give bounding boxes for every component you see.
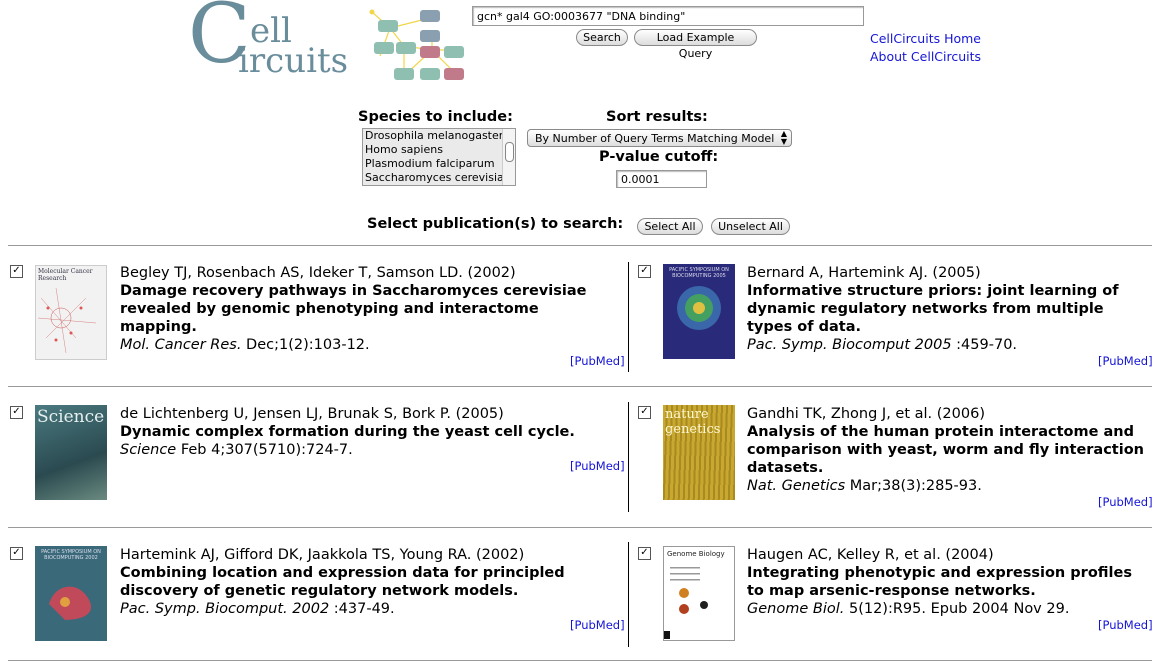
divider	[8, 527, 1152, 528]
publication-checkbox[interactable]: ✓	[10, 265, 23, 278]
about-cellcircuits-link[interactable]: About CellCircuits	[870, 49, 981, 64]
pubmed-link[interactable]: [PubMed]	[1098, 354, 1153, 368]
column-divider	[628, 402, 629, 512]
publication-title: Combining location and expression data f…	[120, 565, 565, 599]
sort-select[interactable]: By Number of Query Terms Matching Model …	[527, 129, 792, 147]
publication-title: Analysis of the human protein interactom…	[747, 424, 1144, 476]
unselect-all-button[interactable]: Unselect All	[711, 218, 790, 235]
column-divider	[628, 262, 629, 372]
publication-title: Damage recovery pathways in Saccharomyce…	[120, 283, 587, 335]
journal-cover-image: Molecular Cancer Research	[35, 265, 107, 360]
publication-title: Integrating phenotypic and expression pr…	[747, 565, 1132, 599]
publication-citation: Science Feb 4;307(5710):724-7.	[120, 441, 610, 459]
divider	[8, 660, 1152, 661]
publication-citation: Genome Biol. 5(12):R95. Epub 2004 Nov 29…	[747, 600, 1152, 618]
publication-citation: Mol. Cancer Res. Dec;1(2):103-12.	[120, 336, 610, 354]
journal-cover-image: Science	[35, 405, 107, 500]
journal-cover-image: Genome Biology	[663, 546, 735, 641]
select-arrows-icon: ▲ ▼	[780, 129, 787, 146]
logo-text-ircuits: ircuits	[238, 41, 349, 81]
publication-authors: Bernard A, Hartemink AJ. (2005)	[747, 265, 981, 281]
citation-detail: :459-70.	[951, 337, 1018, 353]
search-input[interactable]	[472, 6, 864, 26]
pvalue-heading: P-value cutoff:	[599, 149, 719, 165]
publication-select-label: Select publication(s) to search:	[367, 216, 624, 232]
species-heading: Species to include:	[358, 109, 513, 125]
publication-citation: Pac. Symp. Biocomput. 2002 :437-49.	[120, 600, 610, 618]
divider	[8, 386, 1152, 387]
publication-title: Dynamic complex formation during the yea…	[120, 424, 575, 440]
citation-detail: Feb 4;307(5710):724-7.	[176, 442, 353, 458]
cover-title: PACIFIC SYMPOSIUM ON BIOCOMPUTING 2002	[41, 549, 101, 561]
pubmed-link[interactable]: [PubMed]	[1098, 618, 1153, 632]
publication-title: Informative structure priors: joint lear…	[747, 283, 1119, 335]
column-divider	[628, 542, 629, 647]
network-logo-icon	[369, 9, 464, 80]
citation-detail: :437-49.	[329, 601, 395, 617]
species-option[interactable]: Saccharomyces cerevisiae	[363, 171, 503, 185]
publication-authors: Begley TJ, Rosenbach AS, Ideker T, Samso…	[120, 265, 516, 281]
sort-select-value: By Number of Query Terms Matching Model	[535, 132, 775, 145]
journal-cover-image: PACIFIC SYMPOSIUM ON BIOCOMPUTING 2005	[663, 264, 735, 359]
select-all-button[interactable]: Select All	[637, 218, 703, 235]
publication-authors: Gandhi TK, Zhong J, et al. (2006)	[747, 406, 985, 422]
species-option[interactable]: Plasmodium falciparum	[363, 157, 503, 171]
cover-title: Genome Biology	[667, 550, 725, 558]
citation-detail: Mar;38(3):285-93.	[845, 478, 982, 494]
sort-heading: Sort results:	[606, 109, 708, 125]
species-option[interactable]: Drosophila melanogaster	[363, 129, 503, 143]
species-listbox[interactable]: Drosophila melanogaster Homo sapiens Pla…	[362, 128, 516, 186]
publication-authors: de Lichtenberg U, Jensen LJ, Brunak S, B…	[120, 406, 504, 422]
divider	[8, 245, 1152, 246]
publication-checkbox[interactable]: ✓	[10, 547, 23, 560]
journal-name: Pac. Symp. Biocomput. 2002	[120, 601, 330, 617]
publication-authors: Haugen AC, Kelley R, et al. (2004)	[747, 547, 994, 563]
publication-citation: Pac. Symp. Biocomput 2005 :459-70.	[747, 336, 1147, 354]
species-scrollbar[interactable]	[502, 129, 515, 185]
species-option[interactable]: Homo sapiens	[363, 143, 503, 157]
scrollbar-thumb[interactable]	[505, 142, 514, 162]
citation-detail: Dec;1(2):103-12.	[241, 337, 370, 353]
journal-name: Pac. Symp. Biocomput 2005	[747, 337, 952, 353]
pvalue-input[interactable]: 0.0001	[616, 170, 707, 188]
publication-checkbox[interactable]: ✓	[638, 406, 651, 419]
journal-name: Genome Biol.	[747, 601, 845, 617]
pubmed-link[interactable]: [PubMed]	[570, 459, 625, 473]
journal-cover-image: nature genetics	[663, 405, 735, 500]
publication-checkbox[interactable]: ✓	[638, 547, 651, 560]
cellcircuits-home-link[interactable]: CellCircuits Home	[870, 31, 981, 46]
publication-checkbox[interactable]: ✓	[10, 406, 23, 419]
pubmed-link[interactable]: [PubMed]	[1098, 495, 1153, 509]
journal-name: Mol. Cancer Res.	[120, 337, 242, 353]
publication-checkbox[interactable]: ✓	[638, 265, 651, 278]
journal-name: Science	[120, 442, 177, 458]
citation-detail: 5(12):R95. Epub 2004 Nov 29.	[844, 601, 1070, 617]
load-example-query-button[interactable]: Load Example Query	[634, 29, 757, 60]
search-button[interactable]: Search	[576, 29, 628, 46]
pubmed-link[interactable]: [PubMed]	[570, 354, 625, 368]
pubmed-link[interactable]: [PubMed]	[570, 618, 625, 632]
publication-authors: Hartemink AJ, Gifford DK, Jaakkola TS, Y…	[120, 547, 525, 563]
cover-title: nature genetics	[665, 407, 721, 437]
journal-name: Nat. Genetics	[747, 478, 846, 494]
publication-citation: Nat. Genetics Mar;38(3):285-93.	[747, 477, 1152, 495]
journal-cover-image: PACIFIC SYMPOSIUM ON BIOCOMPUTING 2002	[35, 546, 107, 641]
cover-title: Science	[37, 407, 105, 427]
